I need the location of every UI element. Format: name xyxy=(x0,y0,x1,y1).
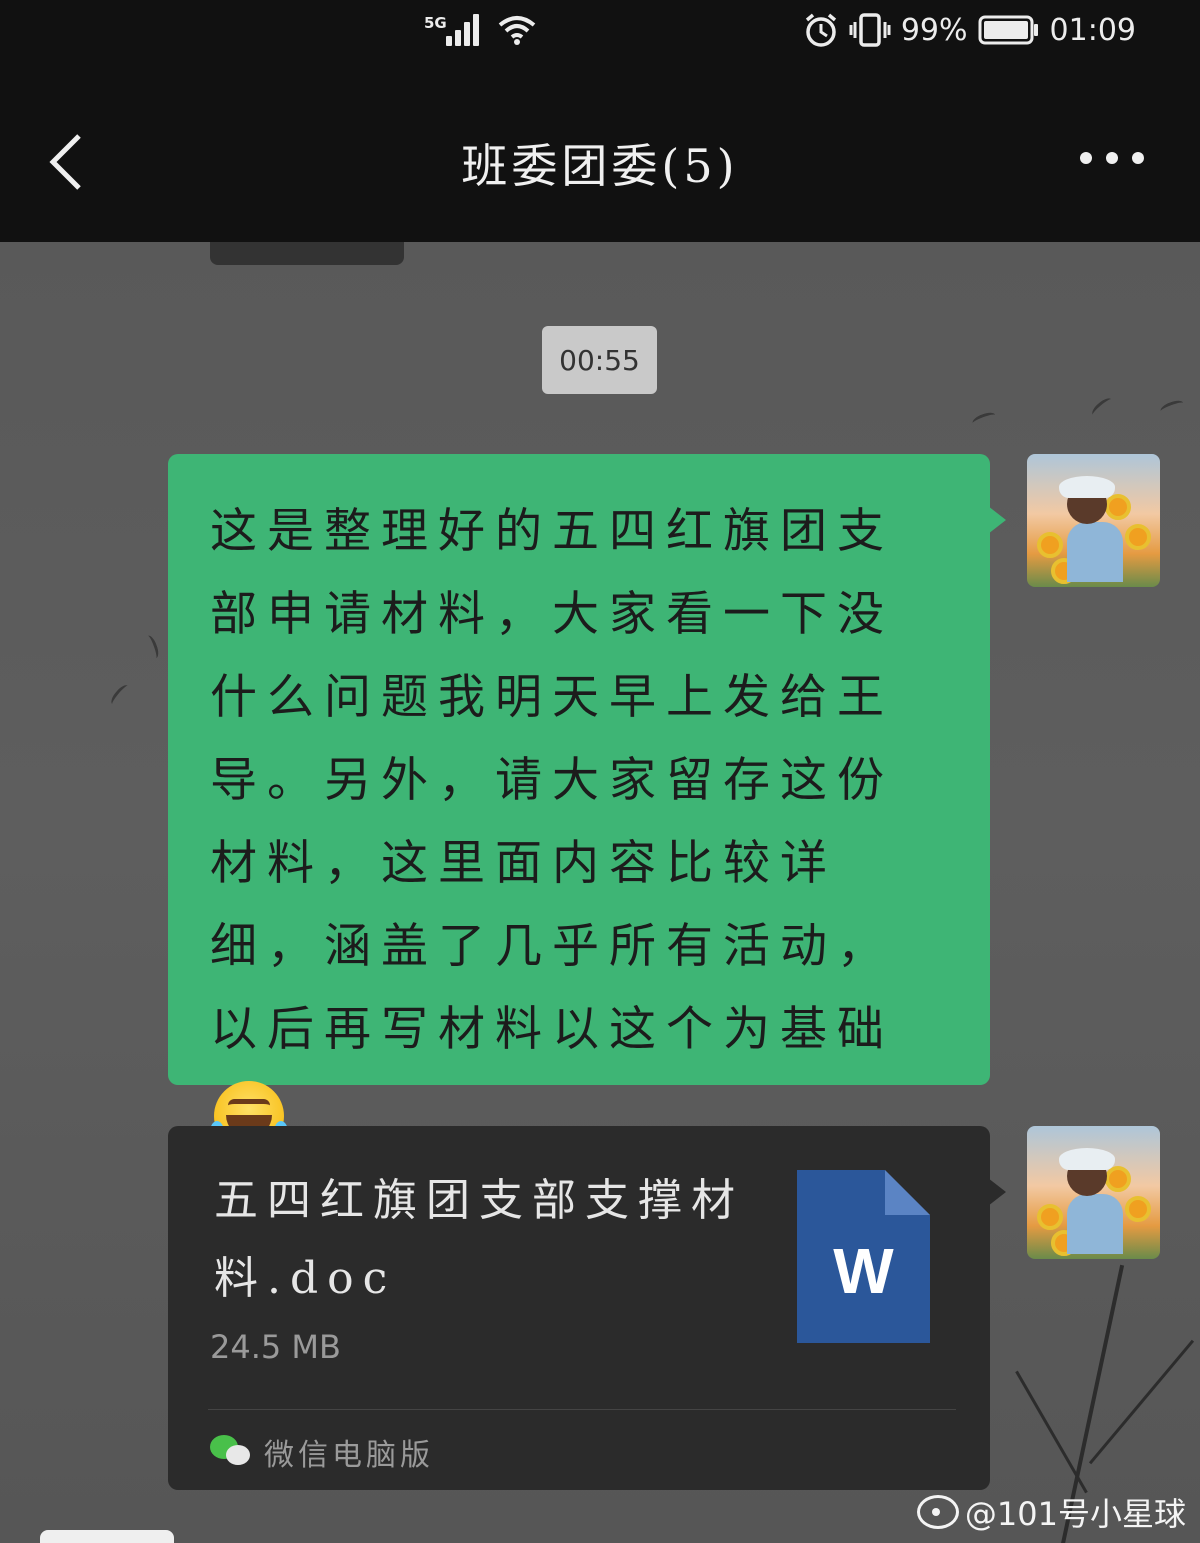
status-right-group: 99% 01:09 xyxy=(803,10,1136,50)
clock: 01:09 xyxy=(1049,12,1136,48)
file-source-label: 微信电脑版 xyxy=(264,1438,434,1473)
more-button[interactable] xyxy=(1080,152,1144,164)
word-icon-letter: W xyxy=(833,1235,894,1307)
file-message-bubble[interactable]: 五四红旗团支部支撑材料.doc 24.5 MB W 微信电脑版 xyxy=(168,1126,1006,1490)
avatar[interactable] xyxy=(1027,454,1160,587)
weibo-icon xyxy=(916,1495,959,1529)
bird-decoration xyxy=(971,410,997,428)
bird-decoration xyxy=(108,682,132,708)
back-button[interactable] xyxy=(30,122,100,202)
tree-branch-decoration xyxy=(1088,1339,1195,1465)
battery-icon xyxy=(978,15,1038,45)
chat-title: 班委团委(5) xyxy=(461,139,739,193)
vibrate-icon xyxy=(849,13,891,47)
message-timestamp: 00:55 xyxy=(542,326,657,394)
bird-decoration xyxy=(1159,398,1185,416)
watermark: @101号小星球 xyxy=(916,1489,1186,1535)
bird-decoration xyxy=(143,634,161,660)
bird-decoration xyxy=(1089,395,1115,419)
file-source: 微信电脑版 xyxy=(210,1430,434,1474)
network-type-label: 5G xyxy=(424,14,447,32)
alarm-icon xyxy=(805,13,836,47)
message-text: 这是整理好的五四红旗团支部申请材料，大家看一下没什么问题我明天早上发给王导。另外… xyxy=(210,504,894,1057)
status-network-group: 5G xyxy=(424,10,536,50)
battery-percent: 99% xyxy=(900,12,968,48)
more-icon-dot xyxy=(1080,152,1092,164)
file-size: 24.5 MB xyxy=(210,1328,341,1366)
wifi-icon xyxy=(498,16,536,45)
file-name: 五四红旗团支部支撑材料.doc xyxy=(214,1175,744,1304)
chat-header: 班委团委(5) xyxy=(0,62,1200,242)
next-message-bubble xyxy=(40,1530,174,1543)
tree-branch-decoration xyxy=(1015,1370,1088,1494)
wechat-icon xyxy=(210,1435,250,1469)
watermark-text: @101号小星球 xyxy=(964,1495,1186,1533)
chat-area[interactable]: 00:55 这是整理好的五四红旗团支部申请材料，大家看一下没什么问题我明天早上发… xyxy=(0,242,1200,1543)
status-bar: 5G 99% 01:09 xyxy=(0,0,1200,62)
word-document-fold xyxy=(885,1170,930,1215)
divider xyxy=(208,1409,956,1410)
previous-message-bubble xyxy=(210,242,404,265)
cellular-signal-icon: 5G xyxy=(424,12,484,48)
more-icon-dot xyxy=(1132,152,1144,164)
text-message-bubble[interactable]: 这是整理好的五四红旗团支部申请材料，大家看一下没什么问题我明天早上发给王导。另外… xyxy=(168,454,1006,1151)
chevron-left-icon xyxy=(49,134,81,190)
more-icon-dot xyxy=(1106,152,1118,164)
avatar[interactable] xyxy=(1027,1126,1160,1259)
